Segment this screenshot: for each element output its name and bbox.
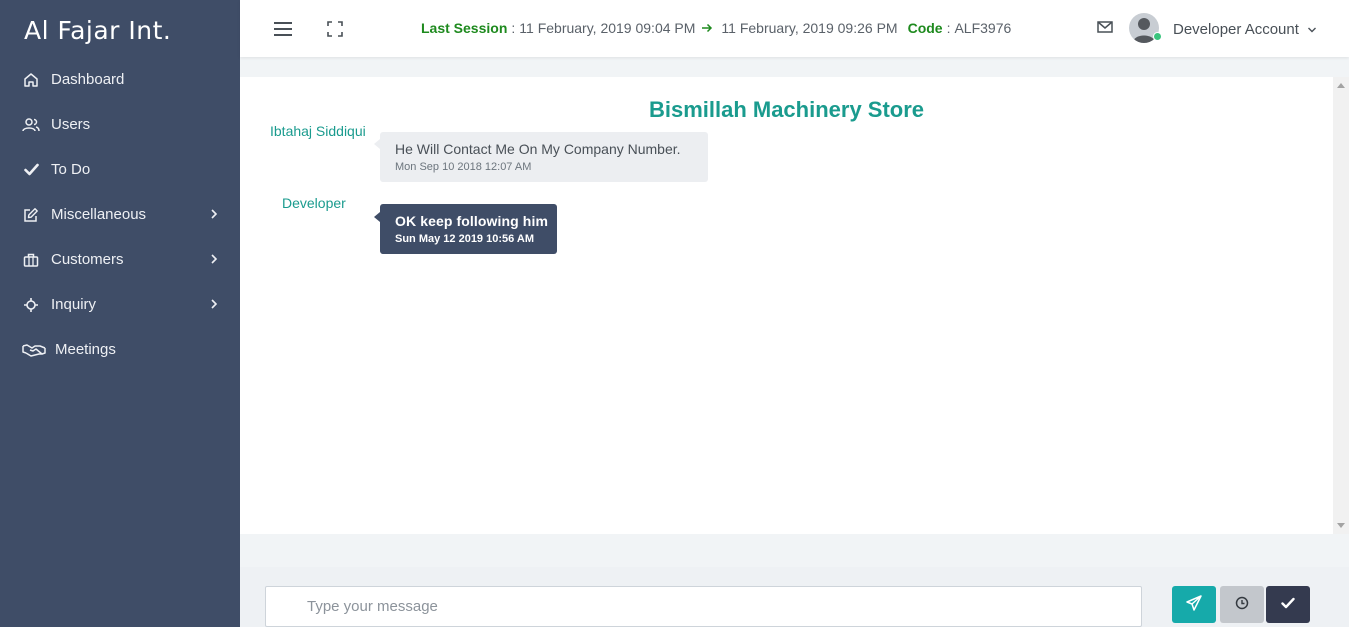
message-bubble: He Will Contact Me On My Company Number.… (380, 132, 708, 182)
check-icon (22, 161, 40, 179)
fullscreen-icon[interactable] (324, 18, 346, 40)
code-value: ALF3976 (954, 20, 1012, 36)
hamburger-menu-icon[interactable] (272, 18, 294, 40)
message-sender: Developer (282, 195, 346, 211)
session-info: Last Session : 11 February, 2019 09:04 P… (421, 20, 1011, 36)
code-label: Code (907, 20, 943, 36)
sidebar-item-label: Customers (51, 251, 124, 268)
sidebar-item-users[interactable]: Users (0, 102, 240, 147)
chat-panel: Bismillah Machinery Store Ibtahaj Siddiq… (240, 77, 1333, 534)
schedule-button[interactable] (1220, 586, 1264, 623)
message-text: He Will Contact Me On My Company Number. (395, 141, 681, 157)
colon: : (946, 20, 951, 36)
last-session-label: Last Session (421, 20, 508, 36)
chat-scrollbar[interactable] (1333, 77, 1349, 534)
message-text: OK keep following him (395, 213, 548, 229)
crosshair-icon (22, 296, 40, 314)
account-name: Developer Account (1173, 21, 1299, 38)
mail-icon[interactable] (1096, 19, 1114, 37)
sidebar-item-label: Miscellaneous (51, 206, 147, 223)
message-sender: Ibtahaj Siddiqui (270, 123, 366, 139)
session-start: 11 February, 2019 09:04 PM (519, 20, 696, 36)
session-end: 11 February, 2019 09:26 PM (721, 20, 898, 36)
users-icon (22, 116, 40, 134)
edit-icon (22, 206, 40, 224)
check-icon (1281, 597, 1295, 612)
sidebar-item-miscellaneous[interactable]: Miscellaneous (0, 192, 240, 237)
sidebar-item-label: To Do (51, 161, 91, 178)
scroll-down-arrow-icon[interactable] (1337, 523, 1345, 528)
chevron-down-icon (1307, 26, 1317, 34)
sidebar-item-label: Meetings (55, 341, 116, 358)
chevron-right-icon (208, 207, 220, 221)
online-status-dot (1153, 32, 1162, 41)
send-button[interactable] (1172, 586, 1216, 623)
home-icon (22, 71, 40, 89)
message-input[interactable] (265, 586, 1142, 627)
sidebar-item-meetings[interactable]: Meetings (0, 327, 240, 372)
mark-done-button[interactable] (1266, 586, 1310, 623)
sidebar-item-customers[interactable]: Customers (0, 237, 240, 282)
sidebar: Al Fajar Int. Dashboard Users To Do Misc… (0, 0, 240, 627)
chevron-right-icon (208, 297, 220, 311)
chevron-right-icon (208, 252, 220, 266)
message-time: Mon Sep 10 2018 12:07 AM (395, 161, 532, 173)
sidebar-item-inquiry[interactable]: Inquiry (0, 282, 240, 327)
chat-title: Bismillah Machinery Store (648, 97, 925, 122)
message-bubble: OK keep following him Sun May 12 2019 10… (380, 204, 557, 254)
top-header: Last Session : 11 February, 2019 09:04 P… (240, 0, 1349, 57)
brand-title: Al Fajar Int. (24, 16, 172, 45)
sidebar-nav: Dashboard Users To Do Miscellaneous Cust… (0, 57, 240, 372)
sidebar-item-dashboard[interactable]: Dashboard (0, 57, 240, 102)
colon: : (511, 20, 516, 36)
scroll-up-arrow-icon[interactable] (1337, 83, 1345, 88)
sidebar-item-label: Dashboard (51, 71, 125, 88)
sidebar-item-label: Users (51, 116, 91, 133)
arrow-right-icon (701, 23, 713, 33)
briefcase-icon (22, 251, 40, 269)
sidebar-item-label: Inquiry (51, 296, 97, 313)
message-composer (240, 567, 1349, 627)
clock-icon (1235, 596, 1249, 613)
message-time: Sun May 12 2019 10:56 AM (395, 233, 534, 245)
paper-plane-icon (1186, 595, 1202, 614)
sidebar-item-todo[interactable]: To Do (0, 147, 240, 192)
account-menu[interactable]: Developer Account (1173, 21, 1317, 38)
handshake-icon (22, 341, 46, 359)
